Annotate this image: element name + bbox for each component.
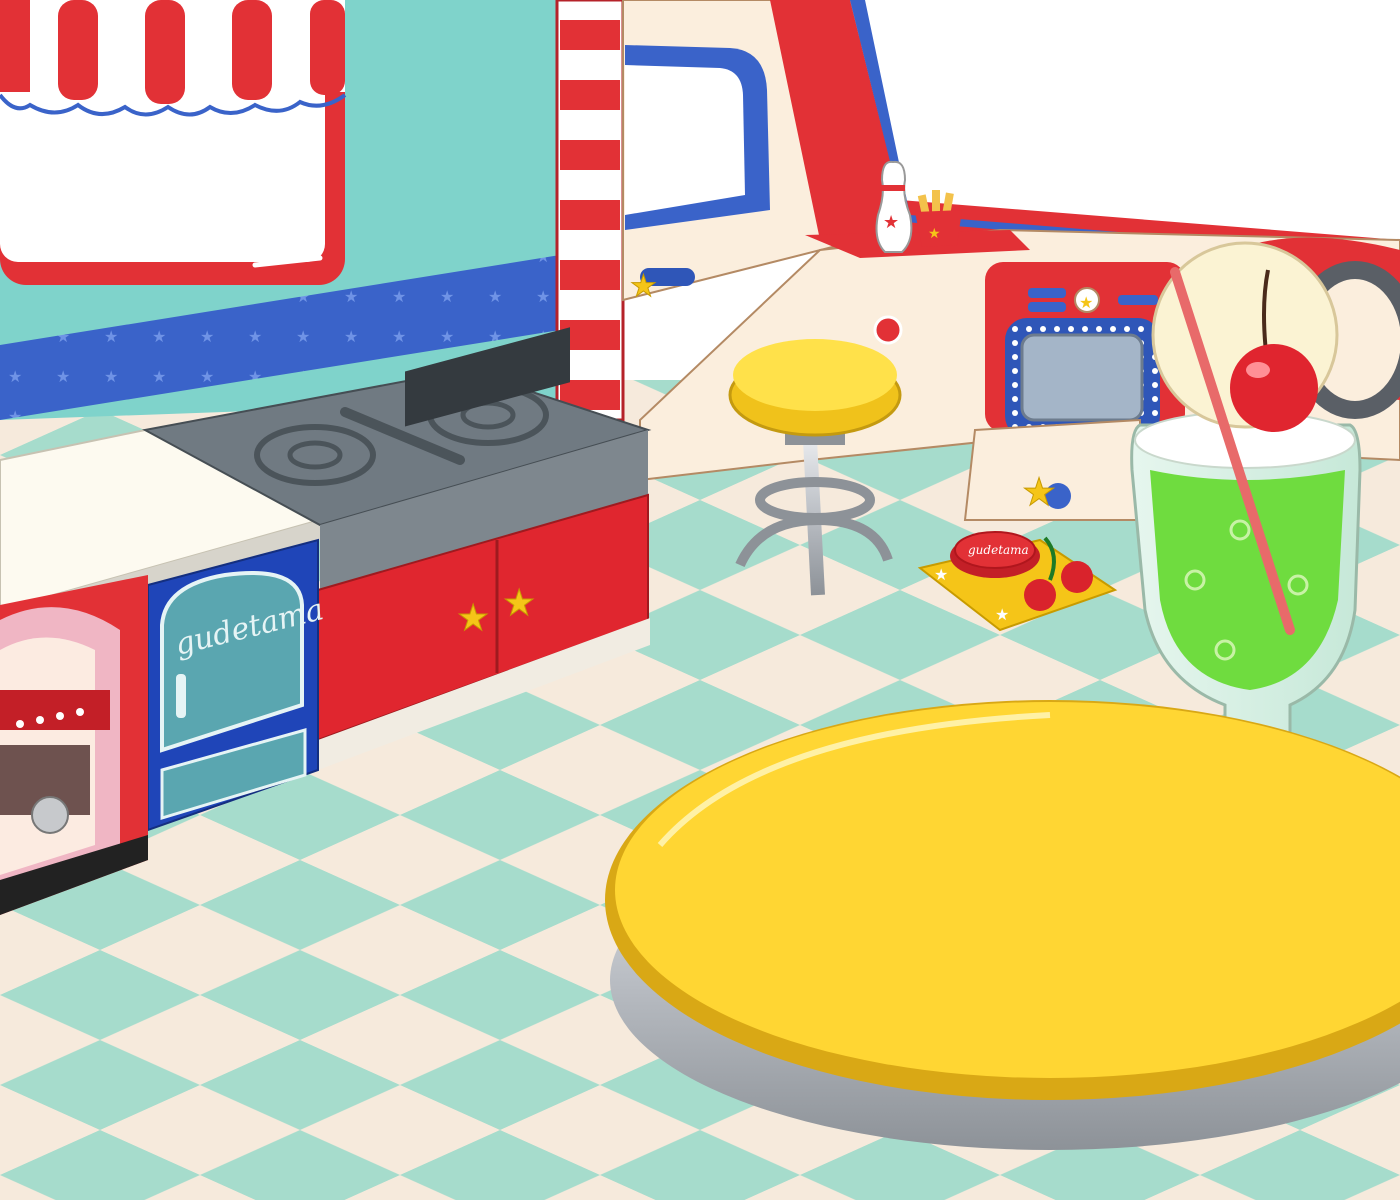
dashboard-screen xyxy=(1020,333,1144,422)
cherry-icon xyxy=(1024,579,1056,611)
star-icon: ★ xyxy=(630,269,657,304)
svg-text:★: ★ xyxy=(995,605,1009,624)
star-icon: ★ xyxy=(503,583,535,624)
round-table[interactable] xyxy=(605,700,1400,1150)
star-icon: ★ xyxy=(1022,470,1056,514)
svg-text:★: ★ xyxy=(928,226,941,242)
diner-room-scene: ★ ★ ★ ★ ★ ★ ★ gudetama ★ ★ gudetama xyxy=(0,0,1400,1200)
svg-text:★: ★ xyxy=(883,212,899,233)
svg-text:★: ★ xyxy=(934,565,948,584)
cap-brand-label: gudetama xyxy=(968,543,1029,557)
svg-text:★: ★ xyxy=(1079,293,1093,312)
cherry-icon xyxy=(1230,344,1318,432)
star-icon xyxy=(31,796,69,834)
red-button[interactable] xyxy=(873,315,903,345)
jukebox[interactable] xyxy=(0,575,148,915)
star-icon: ★ xyxy=(457,598,489,639)
cherry-icon xyxy=(1061,561,1093,593)
